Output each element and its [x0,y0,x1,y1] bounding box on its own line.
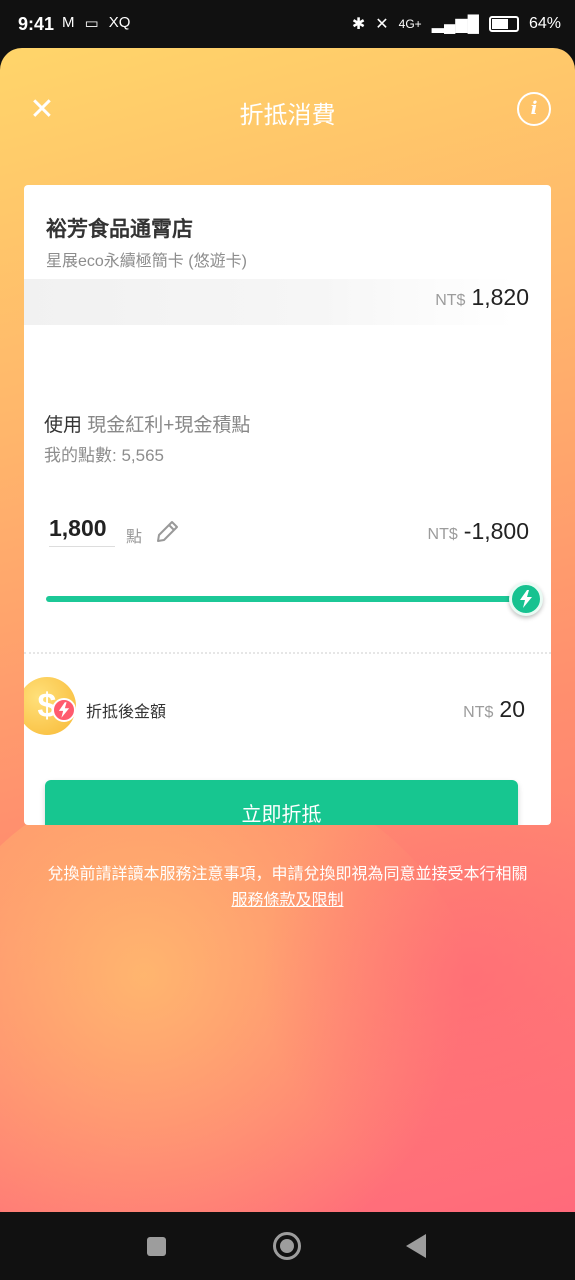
notice-text: 兌換前請詳讀本服務注意事項，申請兌換即視為同意並接受本行相關 [47,866,528,883]
recents-button[interactable] [147,1237,166,1256]
home-button[interactable] [273,1232,301,1260]
status-left-icons: M ▭ XQ [62,14,130,32]
currency-label: NT$ [435,292,466,309]
mail-icon: M [62,14,75,31]
status-right-icons: ✱ ✕ 4G+ ▂▄▆█ 64% [352,14,561,34]
status-time: 9:41 [18,14,55,34]
points-unit: 點 [126,529,143,546]
status-bar: 9:41 M ▭ XQ ✱ ✕ 4G+ ▂▄▆█ 64% [0,0,575,48]
page-title: 折抵消費 [239,102,336,129]
points-input[interactable]: 1,800 [49,515,115,547]
points-slider-thumb[interactable] [509,582,543,616]
top-bar: ✕ 折抵消費 i [0,48,575,168]
redeem-card: 裕芳食品通霄店 星展eco永續極簡卡 (悠遊卡) NT$ 1,820 使用 現金… [24,185,551,825]
screen: ✕ 折抵消費 i 裕芳食品通霄店 星展eco永續極簡卡 (悠遊卡) NT$ 1,… [0,48,575,1212]
my-points: 我的點數: 5,565 [44,446,164,465]
bolt-badge-icon [52,698,76,722]
info-icon[interactable]: i [517,92,551,126]
use-reward-type: 使用 現金紅利+現金積點 [44,410,250,437]
points-slider-track[interactable] [46,596,526,602]
terms-link[interactable]: 服務條款及限制 [231,892,343,909]
deduct-value: -1,800 [463,518,529,544]
bolt-icon [520,590,532,608]
terms-notice: 兌換前請詳讀本服務注意事項，申請兌換即視為同意並接受本行相關服務條款及限制 [40,862,535,914]
points-input-value[interactable]: 1,800 [49,515,107,541]
use-value: 現金紅利+現金積點 [87,415,251,436]
after-amount: NT$ 20 [463,696,525,723]
store-name: 裕芳食品通霄店 [46,218,193,241]
redeem-now-button[interactable]: 立即折抵 [45,780,518,825]
pencil-icon[interactable] [154,519,180,545]
use-label: 使用 [44,415,83,436]
deduct-amount: NT$ -1,800 [428,518,529,545]
transaction-amount: NT$ 1,820 [435,284,529,311]
back-button[interactable] [406,1234,426,1258]
battery-icon [488,16,519,32]
after-amount-value: 20 [499,696,525,722]
after-amount-label: 折抵後金額 [86,704,167,721]
bolt-icon [58,702,70,718]
divider [24,652,551,654]
amount-value: 1,820 [471,284,529,310]
currency-label: NT$ [463,704,494,721]
credit-card-name: 星展eco永續極簡卡 (悠遊卡) [46,253,247,270]
signal-icon: ▂▄▆█ [431,16,479,33]
mute-icon: ✕ [375,16,389,33]
vr-icon: ▭ [84,15,99,32]
currency-label: NT$ [427,526,458,543]
network-label: 4G+ [398,17,422,31]
system-nav-bar [0,1212,575,1280]
bluetooth-icon: ✱ [351,16,366,33]
battery-level: 64% [528,15,561,32]
xq-icon: XQ [108,14,131,31]
